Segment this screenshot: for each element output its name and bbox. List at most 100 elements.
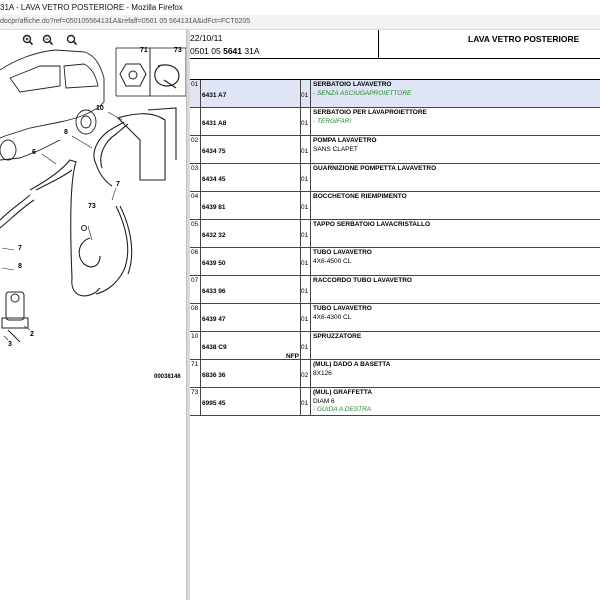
part-quantity: 01 <box>301 176 308 183</box>
parts-table: 016431 A701SERBATOIO LAVAVETRO- SENZA AS… <box>190 80 600 416</box>
cell-description: (MUL) DADO A BASETTA8X126 <box>311 360 600 388</box>
part-reference[interactable]: 6433 96 <box>202 288 226 295</box>
part-position: 03 <box>191 165 198 172</box>
header-code: 0501 05 5641 31A <box>190 46 260 56</box>
cell-reference: 6432 32 <box>201 220 301 248</box>
cell-description: GUARNIZIONE POMPETTA LAVAVETRO <box>311 164 600 192</box>
exploded-diagram: 71 73 10 8 6 7 73 7 8 2 3 00038146 <box>0 30 186 600</box>
cell-reference: 6995 45 <box>201 388 301 416</box>
cell-reference: 6434 75 <box>201 136 301 164</box>
part-reference[interactable]: 6431 A8 <box>202 120 226 127</box>
cell-reference: 6439 81 <box>201 192 301 220</box>
table-row[interactable]: 07 6433 96 01RACCORDO TUBO LAVAVETRO <box>190 276 600 304</box>
car-illustration <box>0 50 104 160</box>
cell-quantity: 01 <box>301 304 311 332</box>
part-position: 71 <box>191 361 198 368</box>
callout-6: 6 <box>32 149 36 156</box>
part-quantity: 02 <box>301 372 308 379</box>
table-row[interactable]: 06 6439 50 01 TUBO LAVAVETRO 4X6-4500 CL <box>190 248 600 276</box>
part-quantity: 01 <box>301 400 308 407</box>
cell-position: 01 <box>190 80 201 108</box>
parts-header: 22/10/11 0501 05 5641 31A LAVA VETRO POS… <box>190 30 600 59</box>
cell-position: 73 <box>190 388 201 416</box>
cell-quantity: 01 <box>301 388 311 416</box>
part-subtext-2: - GUIDA A DESTRA <box>313 406 371 413</box>
window-title: 31A - LAVA VETRO POSTERIORE - Mozilla Fi… <box>0 3 183 12</box>
cell-quantity: 01 <box>301 276 311 304</box>
table-row[interactable]: 736995 45 01(MUL) GRAFFETTADIAM 6- GUIDA … <box>190 388 600 416</box>
table-row[interactable]: 026434 7501POMPA LAVAVETROSANS CLAPET <box>190 136 600 164</box>
part-position: 04 <box>191 193 198 200</box>
callout-3: 3 <box>8 341 12 348</box>
part-description: TUBO LAVAVETRO <box>313 249 372 256</box>
table-row[interactable]: 03 6434 45 01 GUARNIZIONE POMPETTA LAVAVETR… <box>190 164 600 192</box>
part-description: POMPA LAVAVETRO <box>313 137 377 144</box>
table-row[interactable]: 08 6439 47 01TUBO LAVAVETRO 4X6-4300 CL <box>190 304 600 332</box>
part-subtext: DIAM 6 <box>313 398 335 405</box>
pump-illustration <box>2 292 28 342</box>
part-position: 07 <box>191 277 198 284</box>
part-reference[interactable]: 6439 81 <box>202 204 226 211</box>
cell-description: SERBATOIO PER LAVAPROIETTORE- TERGIFARI <box>311 108 600 136</box>
cell-reference: 6438 C9NFP <box>201 332 301 360</box>
part-reference[interactable]: 6432 32 <box>202 232 226 239</box>
part-reference[interactable]: 6439 47 <box>202 316 226 323</box>
cell-position: 08 <box>190 304 201 332</box>
part-description: RACCORDO TUBO LAVAVETRO <box>313 277 412 284</box>
callout-2: 2 <box>30 331 34 338</box>
part-subtext: 4X6-4500 CL <box>313 258 351 265</box>
table-row[interactable]: 046439 8101BOCCHETONE RIEMPIMENTO <box>190 192 600 220</box>
part-description: TAPPO SERBATOIO LAVACRISTALLO <box>313 221 430 228</box>
part-reference[interactable]: 6439 50 <box>202 260 226 267</box>
part-quantity: 01 <box>301 260 308 267</box>
address-url: docpr/affiche.do?ref=050105564131A&refaf… <box>0 18 250 25</box>
cell-description: (MUL) GRAFFETTADIAM 6- GUIDA A DESTRA <box>311 388 600 416</box>
part-quantity: 01 <box>301 92 308 99</box>
part-position: 08 <box>191 305 198 312</box>
part-reference[interactable]: 6434 45 <box>202 176 226 183</box>
header-separator <box>378 30 379 58</box>
cell-quantity: 01 <box>301 108 311 136</box>
part-description: TUBO LAVAVETRO <box>313 305 372 312</box>
diagram-pane: 71 73 10 8 6 7 73 7 8 2 3 00038146 <box>0 30 186 600</box>
part-description: SPRUZZATORE <box>313 333 361 340</box>
zoom-out-icon[interactable] <box>44 36 53 45</box>
part-reference[interactable]: 6431 A7 <box>202 92 226 99</box>
callout-8-top: 8 <box>64 129 68 136</box>
table-row[interactable]: 6431 A8 01SERBATOIO PER LAVAPROIETTORE- T… <box>190 108 600 136</box>
part-position: 06 <box>191 249 198 256</box>
clip-73-icon <box>155 65 179 88</box>
callout-7-left: 7 <box>18 245 22 252</box>
table-row[interactable]: 71 6836 36 02(MUL) DADO A BASETTA8X126 <box>190 360 600 388</box>
cell-quantity: 01 <box>301 80 311 108</box>
cell-reference: 6439 47 <box>201 304 301 332</box>
cell-description: TUBO LAVAVETRO 4X6-4300 CL <box>311 304 600 332</box>
part-quantity: 01 <box>301 344 308 351</box>
part-reference[interactable]: 6836 36 <box>202 372 226 379</box>
cell-description: TUBO LAVAVETRO 4X6-4500 CL <box>311 248 600 276</box>
zoom-in-icon[interactable] <box>24 36 33 45</box>
part-description: GUARNIZIONE POMPETTA LAVAVETRO <box>313 165 436 172</box>
washer-hoses <box>0 108 176 296</box>
part-reference[interactable]: 6995 45 <box>202 400 226 407</box>
part-subtext: - SENZA ASCIUGAPROIETTORE <box>313 90 411 97</box>
table-row[interactable]: 016431 A701SERBATOIO LAVAVETRO- SENZA AS… <box>190 80 600 108</box>
address-bar[interactable]: docpr/affiche.do?ref=050105564131A&refaf… <box>0 15 600 30</box>
callout-71: 71 <box>140 47 148 54</box>
cell-position <box>190 108 201 136</box>
part-reference[interactable]: 6438 C9 <box>202 344 227 351</box>
table-row[interactable]: 106438 C9NFP01 SPRUZZATORE <box>190 332 600 360</box>
cell-reference: 6431 A7 <box>201 80 301 108</box>
zoom-fit-icon[interactable] <box>68 36 77 45</box>
cell-position: 02 <box>190 136 201 164</box>
cell-position: 71 <box>190 360 201 388</box>
table-row[interactable]: 056432 3201TAPPO SERBATOIO LAVACRISTALLO <box>190 220 600 248</box>
cell-reference: 6439 50 <box>201 248 301 276</box>
cell-position: 05 <box>190 220 201 248</box>
part-reference[interactable]: 6434 75 <box>202 148 226 155</box>
header-code-suffix: 31A <box>242 46 260 56</box>
window-title-bar: 31A - LAVA VETRO POSTERIORE - Mozilla Fi… <box>0 0 600 15</box>
part-position: 10 <box>191 333 198 340</box>
header-title: LAVA VETRO POSTERIORE <box>468 34 579 44</box>
part-subtext: 4X6-4300 CL <box>313 314 351 321</box>
